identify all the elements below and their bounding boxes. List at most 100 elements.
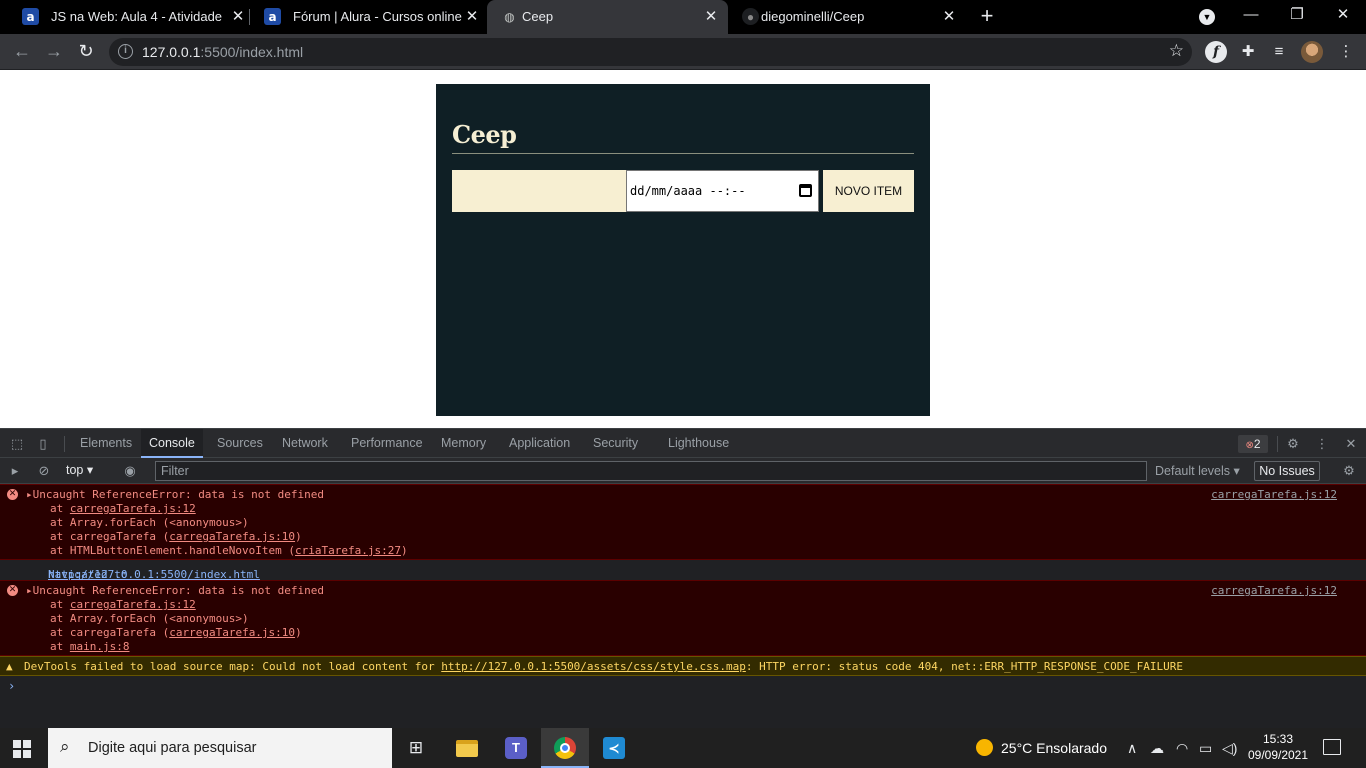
sidebar-toggle-icon[interactable]: ▸ [7, 463, 23, 479]
stack-frame: at Array.forEach (<anonymous>) [50, 516, 249, 529]
back-icon[interactable]: ← [10, 40, 34, 64]
inspect-element-icon[interactable]: ⬚ [9, 436, 25, 452]
context-selector[interactable]: top ▾ [66, 462, 93, 477]
tab-elements[interactable]: Elements [72, 429, 140, 458]
console-settings-icon[interactable]: ⚙ [1341, 463, 1357, 479]
chrome-icon [554, 737, 576, 759]
console-filter-input[interactable]: Filter [155, 461, 1147, 481]
stack-link[interactable]: carregaTarefa.js:12 [70, 598, 196, 611]
show-hidden-icons-chevron-icon[interactable]: ∧ [1127, 740, 1137, 757]
address-bar[interactable]: i 127.0.0.1:5500/index.html ☆ [109, 38, 1192, 66]
alura-icon: a [22, 8, 39, 25]
more-options-icon[interactable]: ⋮ [1314, 436, 1330, 452]
ceep-app-panel: Ceep dd/mm/aaaa --:-- NOVO ITEM [436, 84, 930, 416]
error-icon: ✕ [7, 489, 18, 500]
stack-link[interactable]: carregaTarefa.js:12 [70, 502, 196, 515]
onedrive-cloud-icon[interactable]: ☁ [1150, 740, 1164, 757]
tab-network[interactable]: Network [274, 429, 336, 458]
profile-avatar[interactable] [1301, 41, 1323, 63]
close-tab-icon[interactable]: ✕ [462, 7, 482, 27]
tab-sources[interactable]: Sources [209, 429, 271, 458]
tab-application[interactable]: Application [501, 429, 578, 458]
weather-widget[interactable]: 25°C Ensolarado [976, 739, 1107, 756]
extensions-puzzle-icon[interactable]: ✚ [1237, 41, 1259, 63]
tab-lighthouse[interactable]: Lighthouse [660, 429, 737, 458]
close-tab-icon[interactable]: ✕ [701, 7, 721, 27]
chrome-button[interactable] [541, 728, 589, 768]
battery-icon[interactable]: ▭ [1199, 740, 1212, 757]
tab-performance[interactable]: Performance [343, 429, 431, 458]
clear-console-icon[interactable]: ⊘ [36, 463, 52, 479]
stack-link[interactable]: criaTarefa.js:27 [295, 544, 401, 557]
settings-gear-icon[interactable]: ⚙ [1285, 436, 1301, 452]
media-queue-icon[interactable]: ≡ [1268, 41, 1290, 63]
stack-frame: at carregaTarefa.js:12 [50, 502, 196, 515]
error-source-link[interactable]: carregaTarefa.js:12 [1211, 584, 1337, 597]
tab-security[interactable]: Security [585, 429, 646, 458]
browser-tab-ceep[interactable]: ◍ Ceep ✕ [487, 0, 728, 34]
bookmark-star-icon[interactable]: ☆ [1169, 41, 1184, 61]
close-tab-icon[interactable]: ✕ [939, 7, 959, 27]
devtools-tab-bar: ⬚ ▯ Elements Console Sources Network Per… [0, 428, 1366, 458]
calendar-icon[interactable] [799, 184, 812, 197]
stack-link[interactable]: carregaTarefa.js:10 [169, 530, 295, 543]
vscode-button[interactable]: ≺ [590, 728, 638, 768]
console-error-message: ✕ ▸Uncaught ReferenceError: data is not … [0, 484, 1366, 560]
warning-label: DevTools failed to load source map: Coul… [24, 660, 442, 673]
browser-tab-alura-aula[interactable]: a JS na Web: Aula 4 - Atividade 2 C ✕ [8, 0, 248, 34]
error-text[interactable]: ▸Uncaught ReferenceError: data is not de… [26, 584, 324, 597]
toolbar-divider [64, 436, 65, 452]
forward-icon[interactable]: → [42, 40, 66, 64]
levels-label: Default levels [1155, 464, 1231, 478]
live-expression-eye-icon[interactable]: ◉ [122, 463, 138, 479]
site-info-icon[interactable]: i [118, 44, 133, 59]
chevron-down-icon: ▾ [1233, 464, 1240, 478]
close-devtools-icon[interactable]: ✕ [1343, 436, 1359, 452]
title-divider [452, 153, 914, 154]
volume-icon[interactable]: ◁) [1222, 740, 1237, 757]
device-toolbar-icon[interactable]: ▯ [35, 436, 51, 452]
warning-url-link[interactable]: http://127.0.0.1:5500/assets/css/style.c… [441, 660, 746, 673]
stack-link[interactable]: carregaTarefa.js:10 [169, 626, 295, 639]
tab-search-icon[interactable]: ▼ [1199, 9, 1215, 25]
browser-tab-alura-forum[interactable]: a Fórum | Alura - Cursos online de ✕ [250, 0, 486, 34]
console-filter-bar: ▸ ⊘ top ▾ ◉ Filter Default levels ▾ No I… [0, 458, 1366, 484]
windows-start-icon[interactable] [13, 740, 31, 758]
task-view-button[interactable]: ⊞ [392, 728, 440, 768]
formula-extension-icon[interactable]: f [1205, 41, 1227, 63]
issues-button[interactable]: No Issues [1254, 461, 1320, 481]
error-count-badge[interactable]: ⊗2 [1238, 435, 1268, 453]
stack-link[interactable]: main.js:8 [70, 640, 130, 653]
console-error-message: ✕ ▸Uncaught ReferenceError: data is not … [0, 580, 1366, 656]
restore-icon[interactable]: ❐ [1274, 0, 1320, 32]
task-date-input[interactable]: dd/mm/aaaa --:-- [626, 170, 819, 212]
log-levels-dropdown[interactable]: Default levels ▾ [1155, 463, 1240, 478]
new-tab-icon[interactable]: + [976, 5, 998, 28]
taskbar-search-box[interactable]: ⌕ Digite aqui para pesquisar [48, 728, 392, 768]
url-text[interactable]: 127.0.0.1:5500/index.html [142, 44, 303, 60]
new-item-button[interactable]: NOVO ITEM [823, 170, 914, 212]
teams-button[interactable]: T [492, 728, 540, 768]
file-explorer-button[interactable] [443, 728, 491, 768]
network-wifi-icon[interactable]: ◠ [1176, 740, 1188, 757]
tab-memory[interactable]: Memory [433, 429, 494, 458]
taskbar-clock[interactable]: 15:33 09/09/2021 [1245, 731, 1311, 763]
browser-tab-github[interactable]: ● diegominelli/Ceep ✕ [728, 0, 964, 34]
error-icon: ✕ [7, 585, 18, 596]
console-prompt-icon[interactable]: › [8, 679, 15, 693]
minimize-icon[interactable]: — [1228, 0, 1274, 32]
error-dot-icon: ⊗ [1245, 440, 1254, 451]
notifications-icon[interactable] [1323, 739, 1341, 755]
task-text-input[interactable] [452, 170, 627, 212]
error-text[interactable]: ▸Uncaught ReferenceError: data is not de… [26, 488, 324, 501]
stack-text: at [50, 502, 70, 515]
reload-icon[interactable]: ↻ [74, 40, 98, 64]
error-source-link[interactable]: carregaTarefa.js:12 [1211, 488, 1337, 501]
alura-icon: a [264, 8, 281, 25]
task-view-icon: ⊞ [408, 738, 424, 757]
error-message: Uncaught ReferenceError: data is not def… [32, 584, 325, 597]
close-tab-icon[interactable]: ✕ [228, 7, 248, 27]
window-close-icon[interactable]: ✕ [1320, 0, 1366, 32]
browser-menu-icon[interactable]: ⋮ [1335, 41, 1357, 63]
tab-console[interactable]: Console [141, 429, 203, 458]
